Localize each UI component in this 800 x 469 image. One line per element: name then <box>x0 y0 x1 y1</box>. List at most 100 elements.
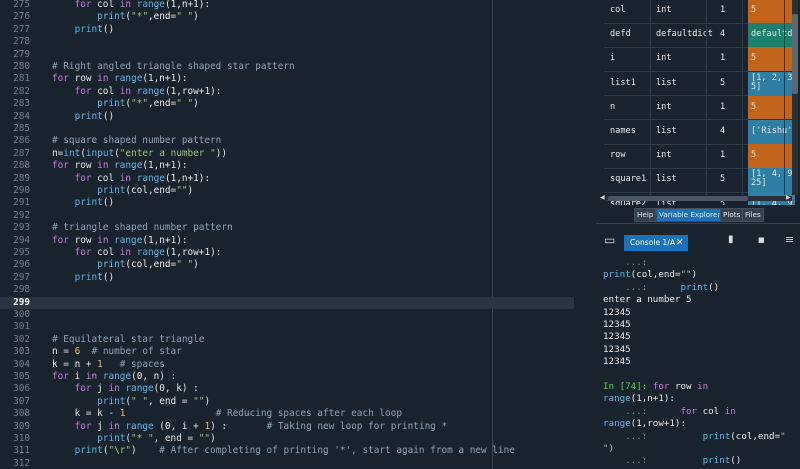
code-text[interactable]: # triangle shaped number pattern <box>52 222 233 234</box>
code-line[interactable]: 292 <box>0 210 574 222</box>
code-line[interactable]: 306 for j in range(0, k) : <box>0 383 574 395</box>
editor-scrollbar[interactable] <box>578 0 580 469</box>
variable-explorer[interactable]: col int 1 5 defd defaultdict 4 defaultd i int 1 5 li… <box>596 0 800 205</box>
code-text[interactable]: for j in range(0, k) : <box>52 383 199 395</box>
menu-icon[interactable]: ≡ <box>785 233 794 246</box>
code-text[interactable]: print(col,end="") <box>52 185 193 197</box>
code-text[interactable]: print(" ", end = "") <box>52 396 210 408</box>
tab-plots[interactable]: Plots <box>720 208 744 222</box>
code-line[interactable]: 282 for col in range(1,row+1): <box>0 86 574 98</box>
tab-files[interactable]: Files <box>742 208 764 222</box>
variable-row[interactable]: n int 1 5 <box>604 95 795 121</box>
code-line[interactable]: 299 <box>0 296 574 309</box>
code-text[interactable]: k = k - 1 # Reducing spaces after each l… <box>52 408 402 420</box>
code-text[interactable]: # Equilateral star triangle <box>52 334 204 346</box>
code-line[interactable]: 284 print() <box>0 111 574 123</box>
code-line[interactable]: 281 for row in range(1,n+1): <box>0 73 574 85</box>
code-line[interactable]: 304 k = n + 1 # spaces <box>0 359 574 371</box>
code-line[interactable]: 290 print(col,end="") <box>0 185 574 197</box>
variable-row[interactable]: square1 list 5 [1, 4, 9 25] <box>604 168 795 194</box>
variable-value: ['Rishu' <box>748 120 795 144</box>
variable-row[interactable]: col int 1 5 <box>604 0 795 24</box>
code-text[interactable]: for row in range(1,n+1): <box>52 235 188 247</box>
code-text[interactable]: for col in range(1,n+1): <box>52 173 211 185</box>
console-tab[interactable]: Console 1/A ✕ <box>624 235 688 251</box>
scroll-left-icon[interactable]: ◀ <box>600 194 605 201</box>
code-line[interactable]: 301 <box>0 321 574 333</box>
code-text[interactable]: print("*",end=" ") <box>52 98 199 110</box>
code-text[interactable]: k = n + 1 # spaces <box>52 359 165 371</box>
pane-tabs: Help Variable Explorer Plots Files <box>596 205 800 224</box>
code-line[interactable]: 283 print("*",end=" ") <box>0 98 574 110</box>
code-text[interactable]: print("*",end=" ") <box>52 11 199 23</box>
code-text[interactable]: print() <box>52 111 115 123</box>
code-text[interactable]: # Right angled triangle shaped star patt… <box>52 61 295 73</box>
code-text[interactable]: print() <box>52 24 115 36</box>
variable-row[interactable]: row int 1 5 <box>604 144 795 169</box>
console-line: print(col,end="") <box>603 269 698 281</box>
code-line[interactable]: 293 # triangle shaped number pattern <box>0 222 574 234</box>
variable-horizontal-scrollbar-thumb[interactable] <box>608 196 748 201</box>
code-line[interactable]: 303 n = 6 # number of star <box>0 346 574 358</box>
code-line[interactable]: 307 print(" ", end = "") <box>0 396 574 408</box>
code-editor[interactable]: 275 for col in range(1,n+1): 276 print("*… <box>0 0 580 469</box>
code-line[interactable]: 278 <box>0 36 574 48</box>
code-line[interactable]: 276 print("*",end=" ") <box>0 11 574 23</box>
code-line[interactable]: 279 <box>0 49 574 61</box>
code-line[interactable]: 310 print("* ", end = "") <box>0 433 574 445</box>
code-text[interactable]: print("\r") # After completing of printi… <box>52 445 515 457</box>
code-text[interactable]: # square shaped number pattern <box>52 135 221 147</box>
code-line[interactable]: 298 <box>0 284 574 296</box>
code-line[interactable]: 295 for col in range(1,row+1): <box>0 247 574 259</box>
right-pane: col int 1 5 defd defaultdict 4 defaultd i int 1 5 li… <box>596 0 800 469</box>
code-line[interactable]: 287 n=int(input("enter a number ")) <box>0 148 574 160</box>
variable-name: names <box>610 126 636 136</box>
variable-row[interactable]: i int 1 5 <box>604 47 795 72</box>
code-line[interactable]: 300 <box>0 309 574 321</box>
code-line[interactable]: 297 print() <box>0 272 574 284</box>
close-icon[interactable]: ✕ <box>676 235 684 251</box>
variable-size: 5 <box>720 77 726 88</box>
code-text[interactable]: n=int(input("enter a number ")) <box>52 148 227 160</box>
console-output[interactable]: ...: print(col,end="") ...: print() enter … <box>596 256 800 469</box>
code-text[interactable]: for i in range(0, n) : <box>52 371 176 383</box>
code-text[interactable]: print() <box>52 197 115 209</box>
code-line[interactable]: 277 print() <box>0 24 574 36</box>
code-line[interactable]: 312 <box>0 458 574 469</box>
code-text[interactable]: for col in range(1,n+1): <box>52 0 211 11</box>
code-line[interactable]: 294 for row in range(1,n+1): <box>0 235 574 247</box>
code-text[interactable]: for j in range (0, i + 1) : # Taking new… <box>52 421 448 433</box>
variable-row[interactable]: list1 list 5 [1, 2, 3 5] <box>604 71 795 98</box>
code-line[interactable]: 280 # Right angled triangle shaped star p… <box>0 61 574 73</box>
copy-icon[interactable]: ▮ <box>728 234 734 245</box>
code-text[interactable]: n = 6 # number of star <box>52 346 182 358</box>
code-line[interactable]: 309 for j in range (0, i + 1) : # Taking… <box>0 421 574 433</box>
code-text[interactable]: for row in range(1,n+1): <box>52 160 188 172</box>
tab-variable-explorer[interactable]: Variable Explorer <box>656 208 724 222</box>
code-line[interactable]: 305 for i in range(0, n) : <box>0 371 574 383</box>
code-text[interactable]: print(col,end=" ") <box>52 259 199 271</box>
code-text[interactable]: print("* ", end = "") <box>52 433 216 445</box>
console-window-icon[interactable]: ▭ <box>604 233 615 247</box>
code-line[interactable]: 302 # Equilateral star triangle <box>0 334 574 346</box>
code-text[interactable]: print() <box>52 272 115 284</box>
code-text[interactable]: for row in range(1,n+1): <box>52 73 188 85</box>
variable-vertical-scrollbar-thumb[interactable] <box>792 14 798 94</box>
line-number: 275 <box>13 0 30 10</box>
code-line[interactable]: 311 print("\r") # After completing of pr… <box>0 445 574 457</box>
code-line[interactable]: 308 k = k - 1 # Reducing spaces after ea… <box>0 408 574 420</box>
code-line[interactable]: 288 for row in range(1,n+1): <box>0 160 574 172</box>
variable-row[interactable]: defd defaultdict 4 defaultd <box>604 23 795 48</box>
code-line[interactable]: 296 print(col,end=" ") <box>0 259 574 271</box>
scroll-right-icon[interactable]: ▶ <box>786 194 791 201</box>
variable-row[interactable]: names list 4 ['Rishu' <box>604 120 795 145</box>
code-line[interactable]: 285 <box>0 123 574 135</box>
stop-icon[interactable]: ■ <box>758 236 765 244</box>
code-text[interactable]: for col in range(1,row+1): <box>52 247 222 259</box>
code-line[interactable]: 275 for col in range(1,n+1): <box>0 0 574 11</box>
code-line[interactable]: 289 for col in range(1,n+1): <box>0 173 574 185</box>
tab-help[interactable]: Help <box>634 208 657 222</box>
code-line[interactable]: 286 # square shaped number pattern <box>0 135 574 147</box>
code-line[interactable]: 291 print() <box>0 197 574 209</box>
code-text[interactable]: for col in range(1,row+1): <box>52 86 222 98</box>
